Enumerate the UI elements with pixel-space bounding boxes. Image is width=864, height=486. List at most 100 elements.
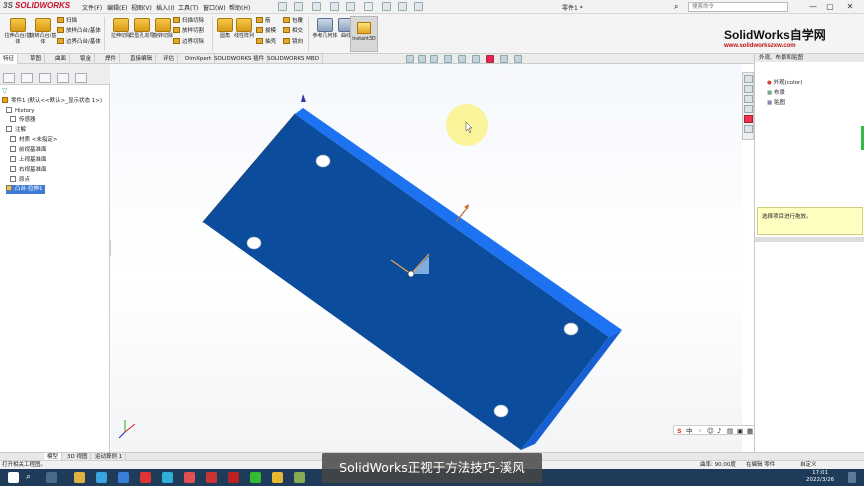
tree-item-origin[interactable]: 原点 [10,176,30,185]
property-manager-tab-icon[interactable] [21,73,33,83]
graphics-area[interactable] [111,64,742,452]
menu-view[interactable]: 视图(V) [131,3,152,12]
ime-emoji-icon[interactable]: ☺ [707,426,714,436]
tree-item-boss-extrude[interactable]: 凸台-拉伸1 [6,185,46,194]
select-icon[interactable] [364,2,373,11]
save-icon[interactable] [312,2,321,11]
tree-root[interactable]: 零件1 (默认<<默认>_显示状态 1>) [2,97,102,106]
hole[interactable] [493,404,509,418]
file-properties-icon[interactable] [398,2,407,11]
menu-edit[interactable]: 编辑(E) [107,3,127,12]
tab-evaluate[interactable]: 评估 [160,54,179,64]
edge-icon[interactable] [96,472,107,483]
display-style-icon[interactable] [472,55,480,63]
close-button[interactable]: ✕ [843,1,857,13]
minimize-button[interactable]: — [806,1,820,13]
undo-icon[interactable] [346,2,355,11]
boundary-boss-button[interactable]: 边界凸台/基体 [57,38,101,47]
swept-cut-button[interactable]: 扫描切除 [173,17,204,26]
tab-sheet-metal[interactable]: 钣金 [77,54,96,64]
tree-item-top-plane[interactable]: 上视基准面 [10,156,47,165]
ime-skin-icon[interactable]: ▣ [737,426,743,436]
solidworks-taskbar-icon[interactable] [228,472,239,483]
app-icon[interactable] [272,472,283,483]
configuration-tab-icon[interactable] [39,73,51,83]
new-file-icon[interactable] [278,2,287,11]
ime-punctuation-icon[interactable]: ◦ [698,426,702,436]
tree-item-annotations[interactable]: 注解 [6,126,26,135]
tree-item-sensors[interactable]: 传感器 [10,116,36,125]
search-icon[interactable]: ⌕ [26,472,37,483]
mirror-button[interactable]: 镜向 [283,38,303,47]
intersect-button[interactable]: 相交 [283,27,303,36]
file-explorer-icon[interactable] [74,472,85,483]
ime-mode[interactable]: 中 [686,426,693,436]
search-icon[interactable]: ⌕ [674,2,684,12]
ie-icon[interactable] [118,472,129,483]
tree-item-material[interactable]: 材质 <未指定> [10,136,57,145]
appearances-icon[interactable] [744,115,753,123]
pane-splitter[interactable] [755,237,864,242]
solidworks-logo[interactable]: 3S SOLIDWORKS [3,1,70,10]
menu-insert[interactable]: 插入(I) [156,3,174,12]
revolve-boss-button[interactable]: 旋转凸台/基体 [28,16,58,52]
instant3d-button[interactable]: Instant3D [350,16,378,52]
file-explorer-icon[interactable] [744,95,753,103]
app-icon[interactable] [184,472,195,483]
shell-button[interactable]: 抽壳 [256,38,276,47]
previous-view-icon[interactable] [430,55,438,63]
app-icon[interactable] [206,472,217,483]
sweep-button[interactable]: 扫描 [57,17,77,26]
feature-tree-tab-icon[interactable] [3,73,15,83]
zoom-area-icon[interactable] [418,55,426,63]
design-library-icon[interactable] [744,85,753,93]
chrome-icon[interactable] [250,472,261,483]
options-icon[interactable] [414,2,423,11]
custom-properties-icon[interactable] [744,125,753,133]
appearance-folder[interactable]: ● 外观(color) [767,79,802,88]
lofted-cut-button[interactable]: 放样切割 [173,27,204,36]
wrap-button[interactable]: 包覆 [283,17,303,26]
menu-tools[interactable]: 工具(T) [178,3,198,12]
section-view-icon[interactable] [444,55,452,63]
menu-file[interactable]: 文件(F) [82,3,102,12]
scene-folder[interactable]: ■ 布景 [767,89,785,98]
linear-pattern-button[interactable]: 线性阵列 [229,16,259,52]
tab-mbd[interactable]: SOLIDWORKS MBD [264,54,323,64]
tab-surfaces[interactable]: 曲面 [52,54,71,64]
decals-folder[interactable]: ■ 贴图 [767,99,785,108]
menu-help[interactable]: 帮助(H) [229,3,250,12]
filter-icon[interactable]: ▽ [2,87,7,95]
loft-boss-button[interactable]: 放样凸台/基体 [57,27,101,36]
appearance-icon[interactable] [486,55,494,63]
search-input[interactable]: 搜索命令 [688,2,788,12]
rib-button[interactable]: 筋 [256,17,271,26]
app-icon[interactable] [140,472,151,483]
hole[interactable] [563,322,579,336]
view-palette-icon[interactable] [744,105,753,113]
hole[interactable] [246,236,262,250]
app-icon[interactable] [294,472,305,483]
tab-direct-editing[interactable]: 直接编辑 [127,54,157,64]
tree-item-history[interactable]: History [6,107,35,116]
dimxpert-tab-icon[interactable] [57,73,69,83]
draft-button[interactable]: 拔模 [256,27,276,36]
tab-addins[interactable]: SOLIDWORKS 插件 [211,54,269,64]
boundary-cut-button[interactable]: 边界切除 [173,38,204,47]
system-clock[interactable]: 17:01 2022/3/26 [806,470,834,484]
maximize-button[interactable]: ▢ [823,1,837,13]
print-icon[interactable] [330,2,339,11]
open-file-icon[interactable] [294,2,303,11]
scene-icon[interactable] [500,55,508,63]
ime-voice-icon[interactable]: ♪ [717,426,721,436]
tree-item-front-plane[interactable]: 前视基准面 [10,146,47,155]
ime-tools-icon[interactable]: ▦ [747,426,753,436]
tab-sketch[interactable]: 草图 [27,54,46,64]
notification-icon[interactable] [848,472,856,483]
task-view-icon[interactable] [46,472,57,483]
view-settings-icon[interactable] [514,55,522,63]
zoom-to-fit-icon[interactable] [406,55,414,63]
tab-weldments[interactable]: 焊件 [102,54,121,64]
view-orientation-icon[interactable] [458,55,466,63]
manipulator-origin[interactable] [407,270,415,278]
